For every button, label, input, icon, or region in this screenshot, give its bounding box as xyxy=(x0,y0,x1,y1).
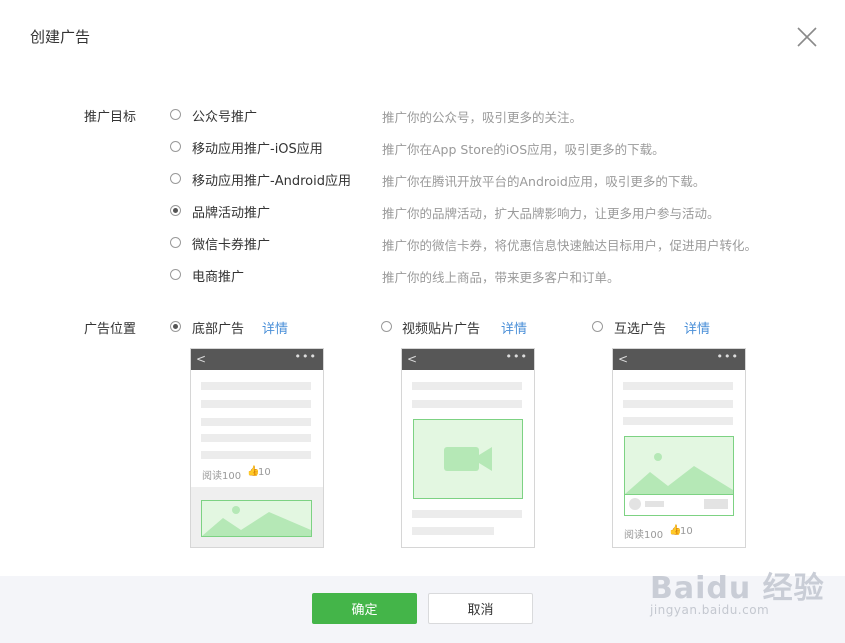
back-icon: < xyxy=(618,352,629,366)
text-line-placeholder xyxy=(623,417,733,425)
placement-option-label[interactable]: 底部广告 xyxy=(192,318,244,337)
text-line-placeholder xyxy=(412,527,494,535)
text-line-placeholder xyxy=(201,400,311,408)
back-icon: < xyxy=(196,352,207,366)
radio-button[interactable] xyxy=(170,269,181,280)
objective-option-label[interactable]: 移动应用推广-iOS应用 xyxy=(192,138,323,157)
confirm-button[interactable]: 确定 xyxy=(312,593,417,624)
placement-label: 广告位置 xyxy=(84,322,137,337)
phone-header-bar: < ••• xyxy=(613,349,745,370)
more-icon: ••• xyxy=(716,350,739,363)
detail-link[interactable]: 详情 xyxy=(262,318,288,337)
bottom-ad-preview: < ••• 阅读100 👍 10 xyxy=(190,348,324,548)
objective-option-label[interactable]: 微信卡券推广 xyxy=(192,234,270,253)
objective-option-label[interactable]: 移动应用推广-Android应用 xyxy=(192,170,351,189)
like-count: 10 xyxy=(258,467,271,478)
text-line-placeholder xyxy=(201,382,311,390)
objective-option-desc: 推广你的微信卡券，将优惠信息快速触达目标用户，促进用户转化。 xyxy=(382,238,758,253)
mutual-ad-preview: < ••• 阅读100 👍 10 xyxy=(612,348,746,548)
radio-button-checked[interactable] xyxy=(170,205,181,216)
radio-button-checked[interactable] xyxy=(170,321,181,332)
placement-option-label[interactable]: 视频贴片广告 xyxy=(402,318,480,337)
objective-option-desc: 推广你在腾讯开放平台的Android应用，吸引更多的下载。 xyxy=(382,174,706,189)
back-icon: < xyxy=(407,352,418,366)
more-icon: ••• xyxy=(505,350,528,363)
ad-card-placeholder xyxy=(624,436,734,516)
more-icon: ••• xyxy=(294,350,317,363)
text-line-placeholder xyxy=(201,451,311,459)
watermark-brand: Baidu 经验 xyxy=(650,571,825,606)
baidu-watermark-logo: Baidu 经验 xyxy=(650,563,825,607)
objective-option-desc: 推广你的线上商品，带来更多客户和订单。 xyxy=(382,270,620,285)
read-count: 阅读100 xyxy=(624,530,664,541)
cancel-button[interactable]: 取消 xyxy=(428,593,533,624)
text-line-placeholder xyxy=(201,434,311,442)
objective-option-desc: 推广你的品牌活动，扩大品牌影响力，让更多用户参与活动。 xyxy=(382,206,720,221)
watermark-url: jingyan.baidu.com xyxy=(650,603,770,617)
radio-button[interactable] xyxy=(170,141,181,152)
radio-button[interactable] xyxy=(170,109,181,120)
objective-label: 推广目标 xyxy=(84,110,137,125)
ad-image-placeholder xyxy=(201,500,312,537)
text-line-placeholder xyxy=(412,510,522,518)
text-line-placeholder xyxy=(412,400,522,408)
phone-header-bar: < ••• xyxy=(402,349,534,370)
phone-header-bar: < ••• xyxy=(191,349,323,370)
objective-option-label[interactable]: 电商推广 xyxy=(192,266,244,285)
objective-option-label[interactable]: 品牌活动推广 xyxy=(192,202,270,221)
text-line-placeholder xyxy=(412,382,522,390)
video-player-placeholder xyxy=(413,419,523,499)
objective-option-label[interactable]: 公众号推广 xyxy=(192,106,257,125)
text-line-placeholder xyxy=(623,382,733,390)
detail-link[interactable]: 详情 xyxy=(501,318,527,337)
radio-button[interactable] xyxy=(381,321,392,332)
dialog-title: 创建广告 xyxy=(30,28,91,46)
radio-button[interactable] xyxy=(170,173,181,184)
objective-option-desc: 推广你的公众号，吸引更多的关注。 xyxy=(382,110,583,125)
text-line-placeholder xyxy=(201,418,311,426)
objective-option-desc: 推广你在App Store的iOS应用，吸引更多的下载。 xyxy=(382,142,665,157)
text-line-placeholder xyxy=(623,400,733,408)
like-count: 10 xyxy=(680,526,693,537)
video-ad-preview: < ••• xyxy=(401,348,535,548)
read-count: 阅读100 xyxy=(202,471,242,482)
detail-link[interactable]: 详情 xyxy=(684,318,710,337)
placement-option-label[interactable]: 互选广告 xyxy=(614,318,666,337)
close-icon[interactable] xyxy=(795,25,819,49)
radio-button[interactable] xyxy=(592,321,603,332)
radio-button[interactable] xyxy=(170,237,181,248)
